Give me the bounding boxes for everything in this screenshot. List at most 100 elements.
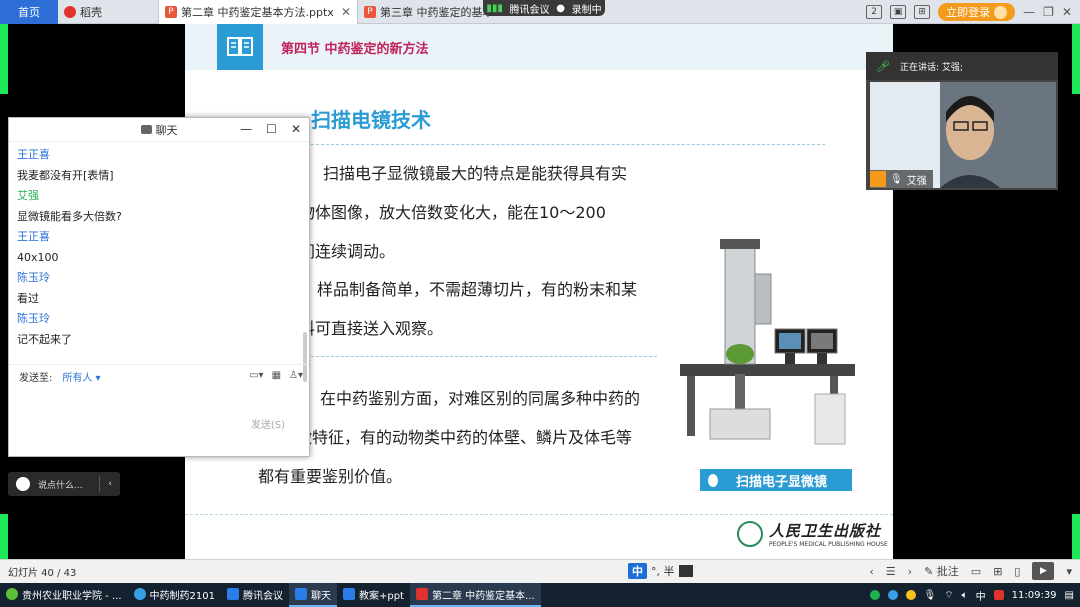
tray-app-icon[interactable] — [887, 590, 898, 600]
say-something-placeholder[interactable]: 说点什么... — [38, 478, 83, 491]
user-settings-icon[interactable]: ♙▾ — [289, 370, 303, 381]
tray-app-icon[interactable] — [905, 590, 916, 600]
browser-icon — [6, 588, 18, 600]
paragraph-1-line-2: 维物体图像，放大倍数变化大，能在10～200 — [283, 203, 606, 222]
taskbar-item-label: 教案+ppt — [358, 590, 404, 602]
maximize-icon[interactable]: ☐ — [266, 122, 277, 136]
microphone-icon: 🎙︎ — [890, 173, 903, 185]
chevron-left-icon[interactable]: ‹ — [100, 479, 120, 489]
paragraph-2: 样品制备简单，不需超薄切片，有的粉末和某 材料可直接送入观察。 — [283, 270, 717, 348]
publisher-emblem-icon — [737, 521, 763, 547]
daoke-icon — [64, 6, 76, 18]
paragraph-1-line-1: 扫描电子显微镜最大的特点是能获得具有实 — [323, 164, 628, 183]
divider-line — [311, 356, 657, 357]
participant-name: 艾强 — [906, 175, 927, 187]
microphone-icon[interactable]: 🎙︎ — [924, 590, 937, 601]
send-to-value: 所有人 — [62, 373, 93, 384]
page-number-icon[interactable]: 2 — [866, 5, 883, 19]
taskbar-item-wps[interactable]: 第二章 中药鉴定基本... — [409, 583, 541, 607]
book-icon — [217, 24, 263, 70]
tab-home-label: 首页 — [18, 6, 40, 19]
message-sender: 陈玉玲 — [17, 312, 50, 325]
message-sender: 陈玉玲 — [17, 271, 50, 284]
send-target-row: 发送至: 所有人 ▾ ▭▾ ▦ ♙▾ — [9, 364, 309, 388]
tab-home[interactable]: 首页 — [0, 0, 58, 24]
user-avatar-icon — [870, 171, 886, 187]
video-panel[interactable]: 🎤︎ 正在讲话: 艾强; 🎙︎ 艾强 — [866, 52, 1058, 190]
tab-daoke-label: 稻壳 — [80, 6, 102, 19]
speaking-label: 正在讲话: 艾强; — [899, 62, 963, 73]
avatar-icon — [994, 5, 1008, 19]
login-label: 立即登录 — [946, 6, 991, 19]
taskbar-item-lesson-plan[interactable]: 教案+ppt — [337, 583, 410, 607]
caption-bullet — [708, 473, 718, 487]
participant-name-tag: 🎙︎ 艾强 — [870, 170, 933, 188]
tray-app-icon[interactable] — [869, 590, 880, 600]
reading-view-icon[interactable]: ▯ — [1014, 565, 1020, 578]
volume-icon[interactable]: 🔈︎ — [962, 590, 968, 601]
chat-titlebar[interactable]: 聊天 — ☐ ✕ — [9, 118, 309, 142]
restore-icon[interactable]: ❐ — [1043, 5, 1054, 19]
message-sender: 王正喜 — [17, 230, 50, 243]
chevron-down-icon[interactable]: ▾ — [1066, 565, 1072, 578]
microphone-icon: 🎤︎ — [876, 59, 890, 73]
publisher-name-en: PEOPLE'S MEDICAL PUBLISHING HOUSE — [769, 541, 888, 548]
sorter-view-icon[interactable]: ⊞ — [993, 565, 1002, 578]
paragraph-2-line-2: 材料可直接送入观察。 — [283, 319, 444, 338]
wifi-icon[interactable]: ⌔ — [944, 589, 953, 602]
chat-message-list[interactable]: 王正喜 我麦都没有开[表情] 艾强 显微镜能看多大倍数? 王正喜 40x100 … — [9, 142, 309, 382]
screenshot-icon[interactable]: ▦ — [272, 370, 281, 381]
divider-line — [311, 144, 825, 145]
meeting-frame-accent — [1072, 514, 1080, 559]
taskbar-item-label: 中药制药2101 — [149, 590, 215, 602]
signal-icon: ▮▮▮ — [486, 2, 503, 14]
input-language-indicator[interactable]: 中 — [976, 588, 986, 603]
chat-bubble-icon — [140, 125, 152, 134]
message-sender: 艾强 — [17, 189, 39, 202]
ime-toolbar[interactable]: 中 °, 半 — [628, 561, 693, 581]
chat-quick-input-bar[interactable]: 说点什么... ‹ — [8, 472, 120, 496]
slide-counter: 幻灯片 40 / 43 — [8, 568, 77, 579]
speaker-indicator: 🎤︎ 正在讲话: 艾强; — [866, 52, 1058, 80]
file-icon[interactable]: ▭▾ — [249, 370, 263, 381]
tab-chapter2-pptx[interactable]: P 第二章 中药鉴定基本方法.pptx ✕ — [158, 0, 358, 24]
play-slideshow-button[interactable]: ▶ — [1032, 562, 1055, 580]
sogou-ime-icon[interactable] — [993, 590, 1004, 600]
tab-daoke[interactable]: 稻壳 — [58, 0, 158, 24]
taskbar-item-label: 贵州农业职业学院 - ... — [22, 590, 122, 602]
chat-input[interactable]: 发送(S) — [9, 388, 309, 434]
window-layout-icon[interactable]: ▣ — [890, 5, 907, 19]
send-button[interactable]: 发送(S) — [251, 416, 285, 431]
send-to-label: 发送至: — [19, 373, 53, 384]
normal-view-icon[interactable]: ▭ — [971, 565, 981, 578]
minimize-icon[interactable]: — — [1023, 5, 1035, 19]
minimize-icon[interactable]: — — [240, 122, 252, 136]
clock[interactable]: 11:09:39 — [1012, 590, 1057, 601]
tab-chapter2-label: 第二章 中药鉴定基本方法.pptx — [181, 6, 334, 19]
close-icon[interactable]: ✕ — [341, 5, 351, 19]
message-sender: 王正喜 — [17, 148, 50, 161]
slide-list-icon[interactable]: ☰ — [886, 565, 896, 578]
meeting-status-overlay[interactable]: ▮▮▮ 腾讯会议 ● 录制中 — [483, 0, 605, 16]
image-caption: 扫描电子显微镜 — [700, 469, 852, 491]
status-bar-controls: ‹ ☰ › ✎ 批注 ▭ ⊞ ▯ ▶ ▾ — [869, 562, 1072, 580]
taskbar-item-chat[interactable]: 聊天 — [288, 583, 337, 607]
previous-slide-icon[interactable]: ‹ — [869, 565, 873, 578]
notes-button[interactable]: ✎ 批注 — [924, 563, 959, 579]
taskbar-item-tencent-meeting[interactable]: 腾讯会议 — [221, 583, 289, 607]
send-to-dropdown[interactable]: 所有人 ▾ — [62, 369, 100, 384]
next-slide-icon[interactable]: › — [908, 565, 912, 578]
ime-punctuation-mode[interactable]: °, 半 — [651, 563, 675, 579]
taskbar-item-label: 第二章 中药鉴定基本... — [431, 590, 535, 602]
skin-icon[interactable] — [678, 565, 693, 577]
taskbar-item-browser[interactable]: 贵州农业职业学院 - ... — [0, 583, 128, 607]
emoji-icon[interactable] — [16, 477, 30, 491]
close-window-icon[interactable]: ✕ — [1062, 5, 1072, 19]
notification-icon[interactable]: ▤ — [1065, 590, 1074, 601]
login-button[interactable]: 立即登录 — [938, 3, 1016, 21]
taskbar-item-label: 聊天 — [310, 590, 331, 602]
taskbar-item-class[interactable]: 中药制药2101 — [128, 583, 221, 607]
ime-language-toggle[interactable]: 中 — [628, 563, 647, 579]
close-icon[interactable]: ✕ — [291, 122, 301, 136]
apps-grid-icon[interactable]: ⊞ — [914, 5, 931, 19]
